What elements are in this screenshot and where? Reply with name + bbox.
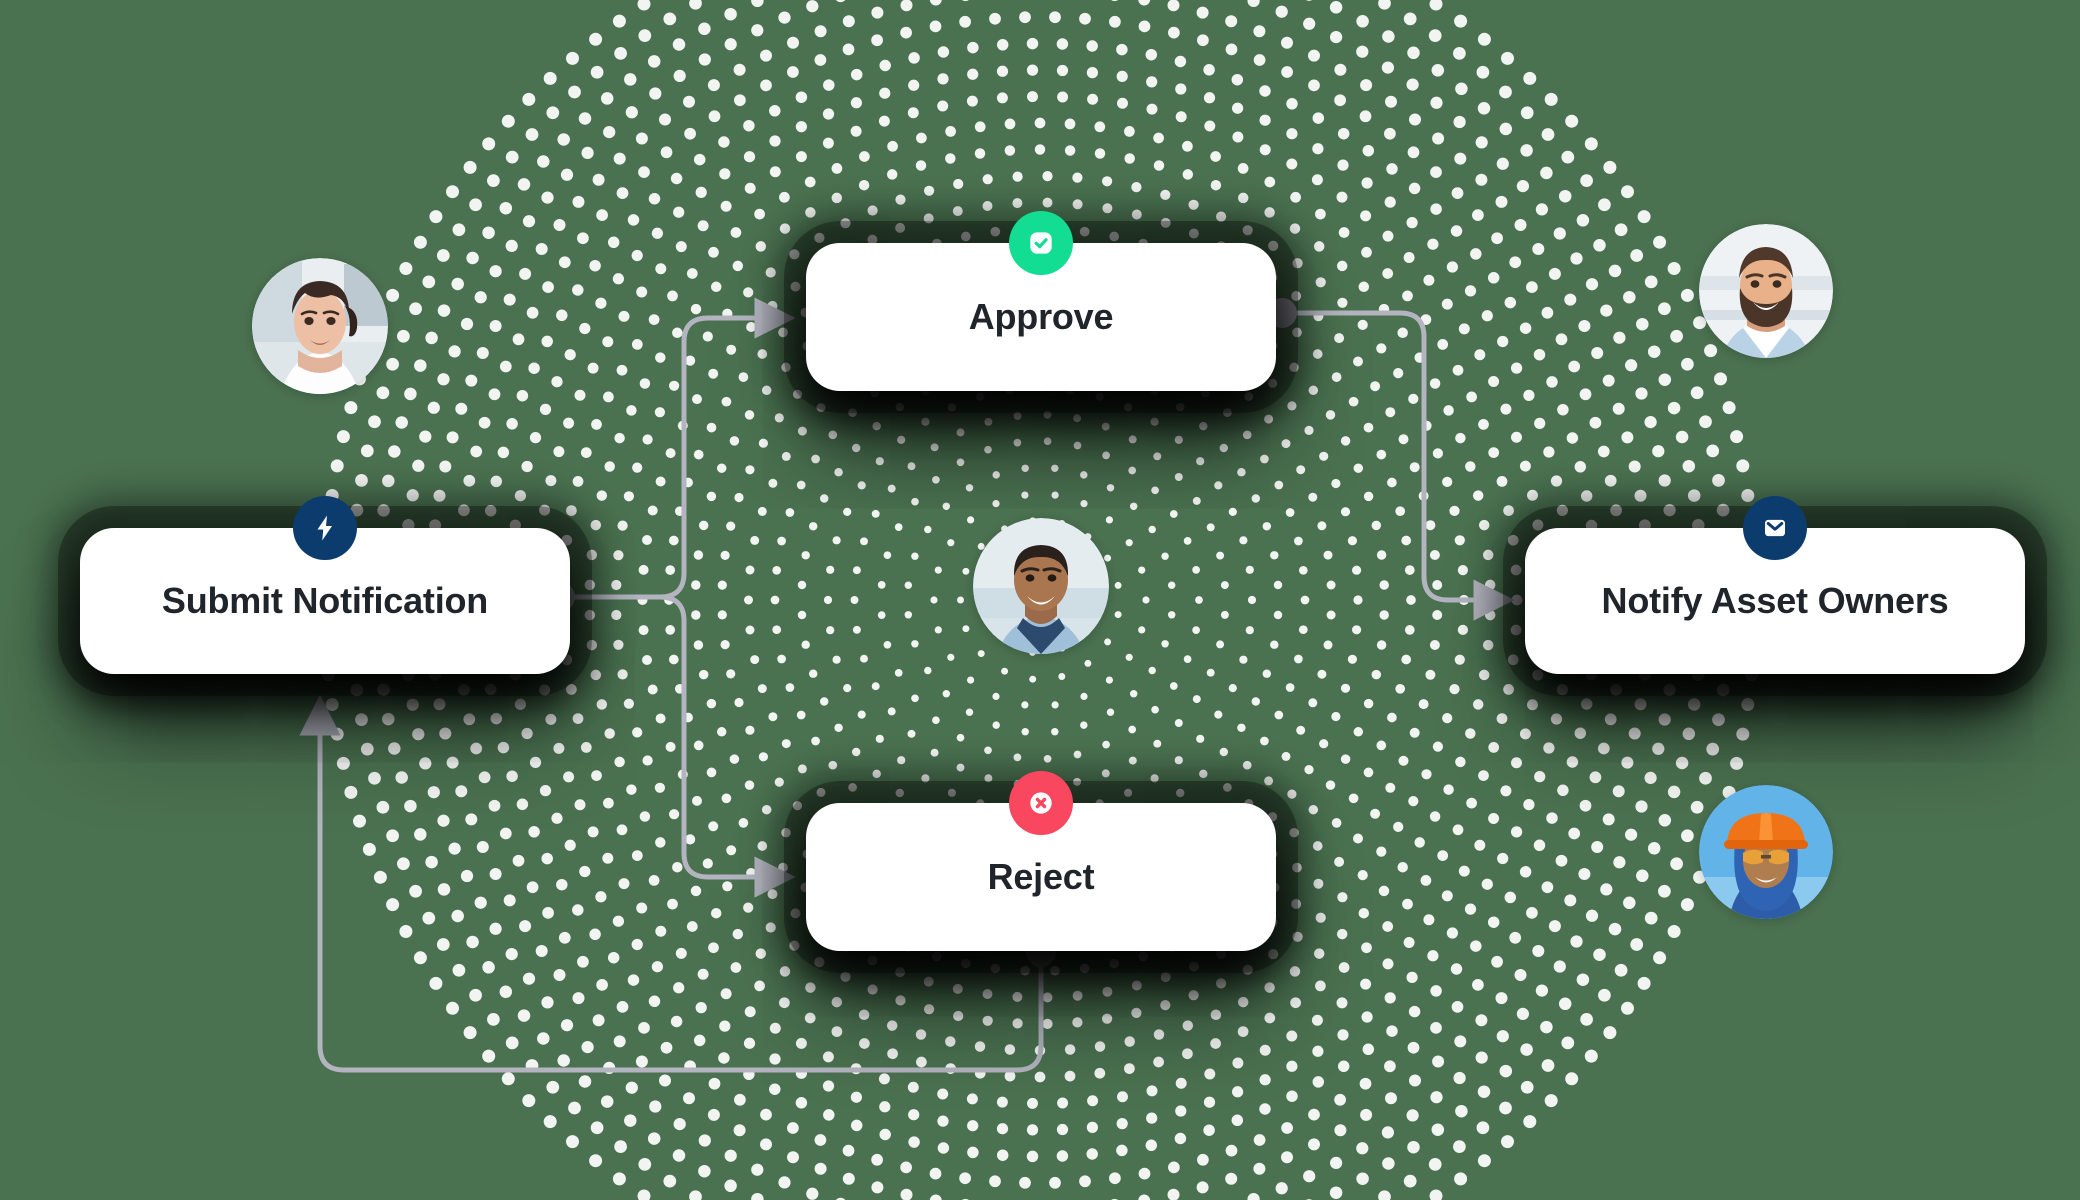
workflow-diagram-canvas: Submit Notification Approve Reject Notif… [0,0,2080,1200]
edge-submit-to-reject [563,594,796,898]
workflow-node-submit-notification[interactable]: Submit Notification [80,496,570,674]
edge-submit-to-approve [563,297,796,600]
node-label-notify-asset-owners: Notify Asset Owners [1601,580,1949,621]
node-label-submit-notification: Submit Notification [161,580,489,621]
envelope-icon [1743,496,1807,560]
asset-owner-avatar[interactable] [1699,785,1833,919]
workflow-node-approve[interactable]: Approve [806,211,1276,391]
workflow-node-reject[interactable]: Reject [806,771,1276,951]
submitter-avatar[interactable] [252,258,388,394]
node-label-approve: Approve [968,296,1114,337]
lightning-bolt-icon [293,496,357,560]
workflow-node-notify-asset-owners[interactable]: Notify Asset Owners [1525,496,2025,674]
reviewer-avatar[interactable] [973,518,1109,654]
approver-avatar[interactable] [1699,224,1833,358]
check-square-icon [1009,211,1073,275]
close-circle-icon [1009,771,1073,835]
edge-approve-to-notify [1285,310,1515,621]
node-label-reject: Reject [987,856,1095,897]
